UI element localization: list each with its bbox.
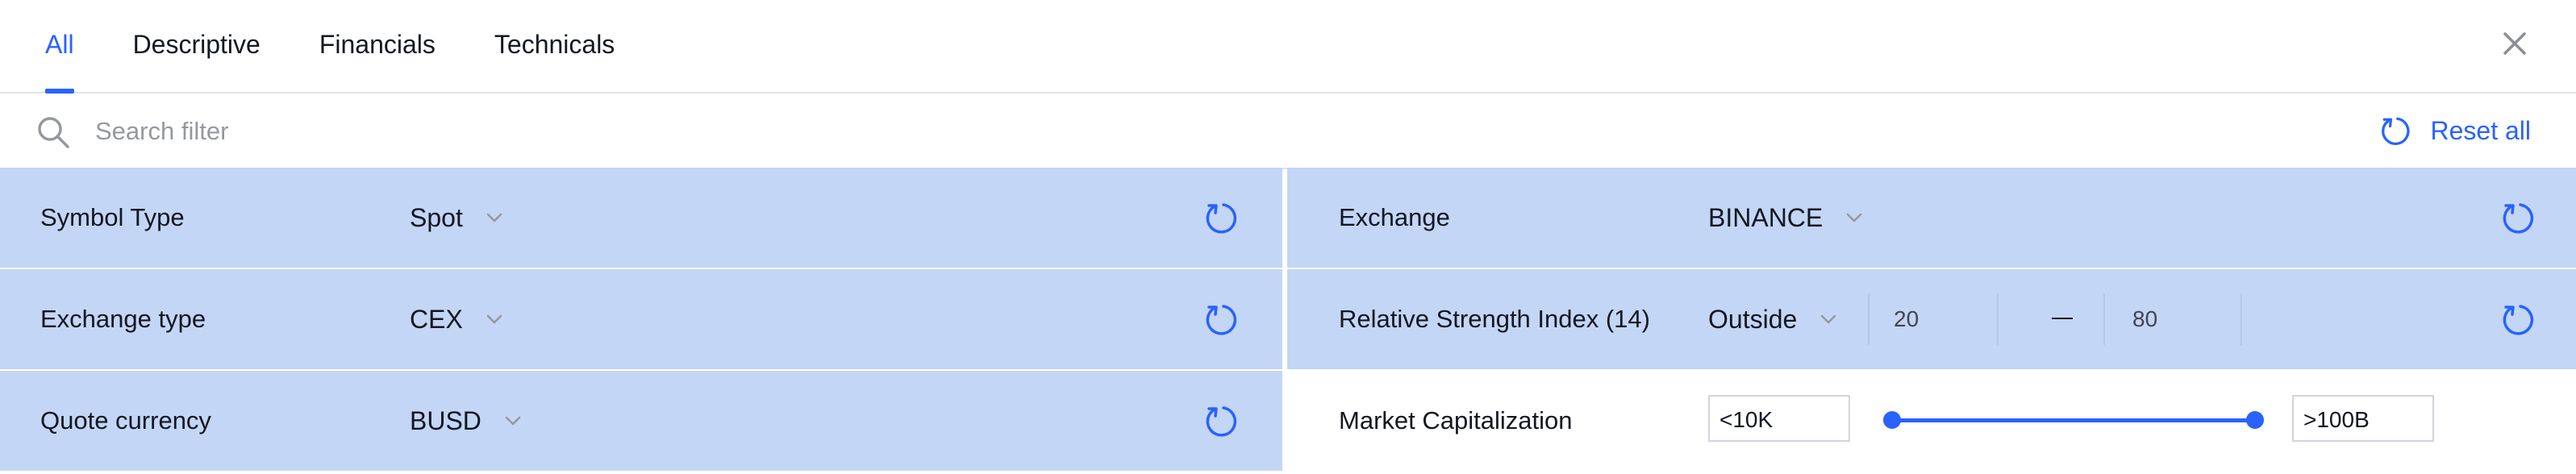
filter-row-symbol-type: Symbol Type Spot	[0, 168, 1282, 268]
search-bar: Reset all	[0, 94, 2576, 169]
divider	[1997, 293, 1999, 345]
filter-row-rsi: Relative Strength Index (14) Outside 20 …	[1287, 269, 2576, 369]
range-dash	[2052, 318, 2073, 319]
reset-icon[interactable]	[2499, 198, 2537, 237]
dropdown-value: BUSD	[410, 405, 481, 435]
market-cap-slider-min-handle[interactable]	[1883, 411, 1901, 429]
dropdown-value: BINANCE	[1708, 202, 1824, 232]
search-input[interactable]	[94, 110, 1065, 153]
chevron-down-icon	[1821, 314, 1836, 324]
tab-financials[interactable]: Financials	[319, 0, 436, 92]
tab-all[interactable]: All	[45, 0, 74, 94]
reset-all-label: Reset all	[2430, 115, 2532, 145]
filter-label: Exchange type	[40, 305, 206, 333]
market-cap-slider-max-handle[interactable]	[2246, 411, 2264, 429]
rsi-from-input[interactable]: 20	[1894, 269, 1919, 369]
filter-row-quote-currency: Quote currency BUSD	[0, 371, 1282, 471]
symbol-type-dropdown[interactable]: Spot	[410, 168, 506, 268]
reset-icon[interactable]	[1202, 300, 1240, 339]
filter-label: Quote currency	[40, 406, 211, 434]
divider	[2240, 293, 2242, 345]
exchange-type-dropdown[interactable]: CEX	[410, 269, 506, 369]
dropdown-value: Spot	[410, 202, 463, 232]
chevron-down-icon	[486, 213, 502, 222]
market-cap-max-input[interactable]: >100B	[2292, 395, 2434, 442]
rsi-condition-dropdown[interactable]: Outside	[1708, 269, 1840, 369]
tab-technicals[interactable]: Technicals	[494, 0, 615, 92]
tab-bar: All Descriptive Financials Technicals	[45, 0, 615, 94]
divider	[2103, 293, 2105, 345]
reset-icon[interactable]	[2499, 300, 2537, 339]
filter-grid: Symbol Type Spot Exchange type CEX Quote…	[0, 168, 2576, 474]
filter-header: All Descriptive Financials Technicals	[0, 0, 2576, 94]
chevron-down-icon	[1847, 213, 1862, 222]
exchange-dropdown[interactable]: BINANCE	[1708, 168, 1866, 268]
reset-icon[interactable]	[1202, 198, 1240, 237]
dropdown-value: Outside	[1708, 304, 1798, 334]
filter-row-exchange: Exchange BINANCE	[1287, 168, 2576, 268]
quote-currency-dropdown[interactable]: BUSD	[410, 371, 525, 471]
close-icon[interactable]	[2499, 27, 2531, 60]
market-cap-min-input[interactable]: <10K	[1708, 395, 1850, 442]
filter-row-exchange-type: Exchange type CEX	[0, 269, 1282, 369]
dropdown-value: CEX	[410, 304, 463, 334]
tab-descriptive[interactable]: Descriptive	[133, 0, 261, 92]
reset-all-button[interactable]: Reset all	[2378, 110, 2532, 152]
filter-label: Relative Strength Index (14)	[1339, 305, 1650, 333]
reset-icon[interactable]	[1202, 401, 1240, 440]
chevron-down-icon	[505, 416, 521, 426]
rsi-to-input[interactable]: 80	[2132, 269, 2157, 369]
filter-label: Market Capitalization	[1339, 406, 1573, 434]
filter-label: Exchange	[1339, 203, 1450, 231]
search-icon	[38, 117, 69, 148]
reset-icon	[2381, 117, 2410, 145]
chevron-down-icon	[486, 314, 502, 324]
market-cap-slider-track[interactable]	[1892, 418, 2255, 422]
filter-row-market-cap: Market Capitalization <10K >100B	[1287, 371, 2576, 471]
divider	[1868, 293, 1869, 345]
filter-label: Symbol Type	[40, 203, 185, 231]
